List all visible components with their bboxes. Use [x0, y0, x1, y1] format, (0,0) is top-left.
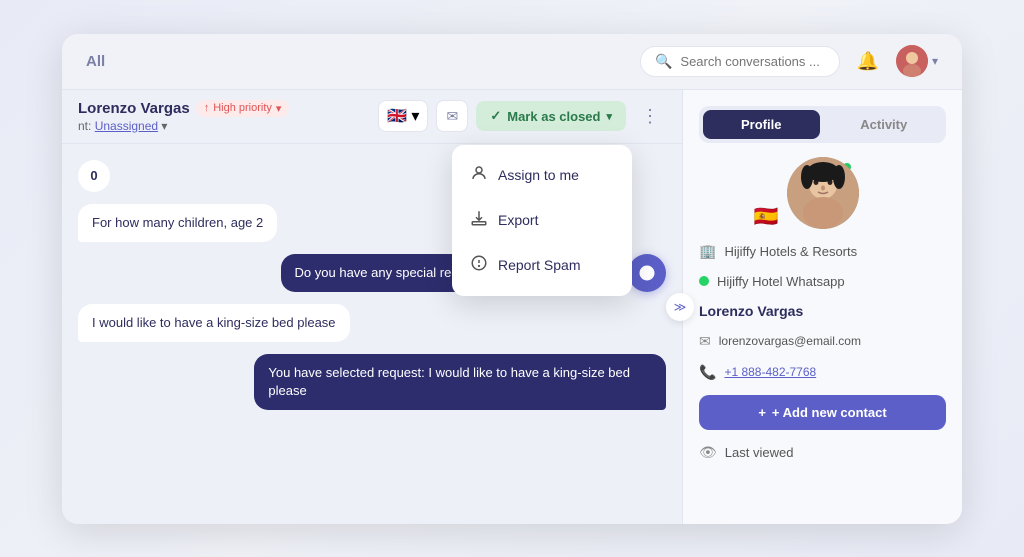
email-row: ✉ lorenzovargas@email.com: [699, 333, 946, 350]
right-panel: Profile Activity: [682, 90, 962, 524]
email-profile-icon: ✉: [699, 333, 711, 350]
eye-icon: 👁: [699, 444, 717, 461]
main-content: Lorenzo Vargas ↑ High priority ▾ nt: Una…: [62, 90, 962, 524]
export-label: Export: [498, 212, 538, 228]
search-bar[interactable]: 🔍: [640, 46, 840, 77]
last-viewed-row: 👁 Last viewed: [699, 444, 946, 461]
compose-button[interactable]: [628, 254, 666, 292]
more-options-button[interactable]: ⋮: [634, 100, 666, 132]
avatar: [896, 45, 928, 77]
message-bubble: You have selected request: I would like …: [254, 354, 666, 410]
tab-activity[interactable]: Activity: [826, 110, 943, 139]
priority-badge[interactable]: ↑ High priority ▾: [196, 100, 290, 117]
chat-header-left: Lorenzo Vargas ↑ High priority ▾ nt: Una…: [78, 100, 289, 133]
export-item[interactable]: Export: [452, 198, 632, 243]
channel-row: Hijiffy Hotel Whatsapp: [699, 274, 946, 289]
phone-icon: 📞: [699, 364, 716, 381]
report-spam-item[interactable]: Report Spam: [452, 243, 632, 288]
panel-tabs: Profile Activity: [699, 106, 946, 143]
email-icon: ✉: [446, 108, 458, 125]
report-spam-icon: [470, 254, 488, 277]
message-counter: 0: [78, 160, 110, 192]
user-avatar-container[interactable]: ▾: [896, 45, 938, 77]
tab-profile[interactable]: Profile: [703, 110, 820, 139]
assign-row: nt: Unassigned ▾: [78, 119, 289, 133]
phone-link[interactable]: +1 888-482-7768: [724, 365, 816, 379]
assign-to-me-label: Assign to me: [498, 167, 579, 183]
report-spam-label: Report Spam: [498, 257, 580, 273]
chevron-down-icon: ▾: [932, 54, 938, 68]
email-button[interactable]: ✉: [436, 100, 468, 132]
chat-header-right: 🇬🇧 ▾ ✉ ✓ Mark as closed ▾ ⋮: [378, 100, 666, 132]
search-input[interactable]: [680, 54, 825, 69]
profile-avatar-section: 🇪🇸: [699, 157, 946, 229]
company-icon: 🏢: [699, 243, 716, 260]
check-icon: ✓: [490, 108, 501, 124]
mark-as-closed-button[interactable]: ✓ Mark as closed ▾: [476, 101, 626, 131]
chat-section: Lorenzo Vargas ↑ High priority ▾ nt: Una…: [62, 90, 682, 524]
assign-to-me-item[interactable]: Assign to me: [452, 153, 632, 198]
flag-chevron-icon: ▾: [411, 106, 419, 126]
dropdown-menu: Assign to me Export: [452, 145, 632, 296]
phone-row: 📞 +1 888-482-7768: [699, 364, 946, 381]
unassigned-link[interactable]: Unassigned: [95, 119, 158, 133]
flag-button[interactable]: 🇬🇧 ▾: [378, 100, 428, 132]
spain-flag-icon: 🇪🇸: [754, 204, 779, 229]
contact-name: Lorenzo Vargas ↑ High priority ▾: [78, 100, 289, 117]
profile-name: Lorenzo Vargas: [699, 303, 946, 319]
priority-up-icon: ↑: [204, 102, 210, 114]
top-bar: All 🔍 🔔 ▾: [62, 34, 962, 90]
add-new-contact-button[interactable]: + + Add new contact: [699, 395, 946, 430]
search-icon: 🔍: [655, 53, 672, 70]
assign-icon: [470, 164, 488, 187]
chat-header: Lorenzo Vargas ↑ High priority ▾ nt: Una…: [62, 90, 682, 144]
top-bar-right: 🔍 🔔 ▾: [640, 45, 938, 77]
plus-icon: +: [758, 405, 766, 420]
message-row: You have selected request: I would like …: [78, 354, 666, 410]
bell-icon[interactable]: 🔔: [852, 45, 884, 77]
company-row: 🏢 Hijiffy Hotels & Resorts: [699, 243, 946, 260]
export-icon: [470, 209, 488, 232]
profile-avatar: [787, 157, 859, 229]
message-bubble: For how many children, age 2: [78, 204, 277, 242]
mark-closed-chevron-icon: ▾: [606, 110, 612, 123]
whatsapp-icon: [699, 276, 709, 286]
collapse-panel-button[interactable]: ≫: [666, 293, 694, 321]
message-bubble: I would like to have a king-size bed ple…: [78, 304, 350, 342]
flag-icon: 🇬🇧: [387, 106, 407, 126]
message-row: I would like to have a king-size bed ple…: [78, 304, 666, 342]
all-label: All: [86, 53, 105, 70]
priority-chevron-icon: ▾: [276, 102, 282, 115]
